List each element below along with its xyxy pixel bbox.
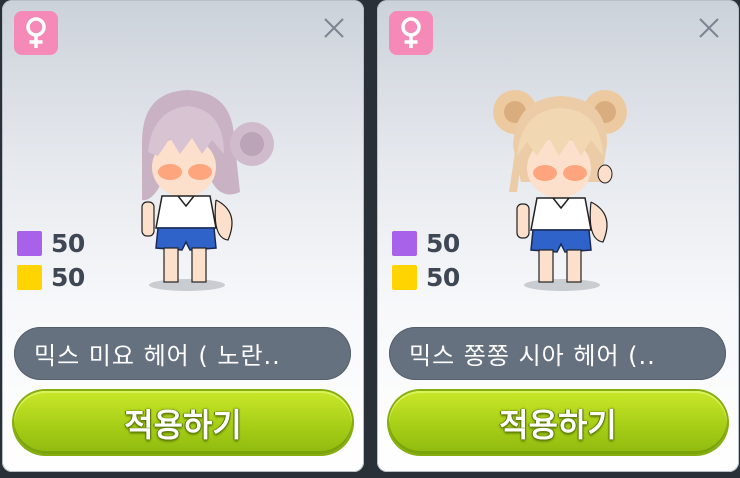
hair-card-1: 50 50 믹스 쫑쫑 시아 헤어 (.. 적용하기	[377, 0, 739, 472]
stat-value: 50	[426, 228, 460, 258]
hair-name-label: 믹스 쫑쫑 시아 헤어 (..	[389, 327, 726, 380]
female-icon	[389, 11, 433, 55]
character-avatar-blonde-hair	[493, 90, 627, 291]
female-icon	[14, 11, 58, 55]
purple-stat-icon	[17, 230, 42, 256]
stat-row: 50	[392, 226, 460, 260]
stat-value: 50	[51, 262, 85, 292]
close-icon[interactable]	[322, 16, 346, 40]
stat-list: 50 50	[17, 226, 85, 294]
hair-name-label: 믹스 미요 헤어 ( 노란..	[14, 327, 351, 380]
yellow-stat-icon	[392, 264, 417, 290]
stat-row: 50	[392, 260, 460, 294]
yellow-stat-icon	[17, 264, 42, 290]
hair-card-0: 50 50 믹스 미요 헤어 ( 노란.. 적용하기	[2, 0, 364, 472]
stat-value: 50	[51, 228, 85, 258]
apply-button[interactable]: 적용하기	[389, 391, 727, 454]
apply-button[interactable]: 적용하기	[14, 391, 352, 454]
stat-list: 50 50	[392, 226, 460, 294]
stat-row: 50	[17, 260, 85, 294]
purple-stat-icon	[392, 230, 417, 256]
close-icon[interactable]	[697, 16, 721, 40]
stat-row: 50	[17, 226, 85, 260]
stat-value: 50	[426, 262, 460, 292]
character-avatar-lilac-hair	[141, 90, 274, 291]
